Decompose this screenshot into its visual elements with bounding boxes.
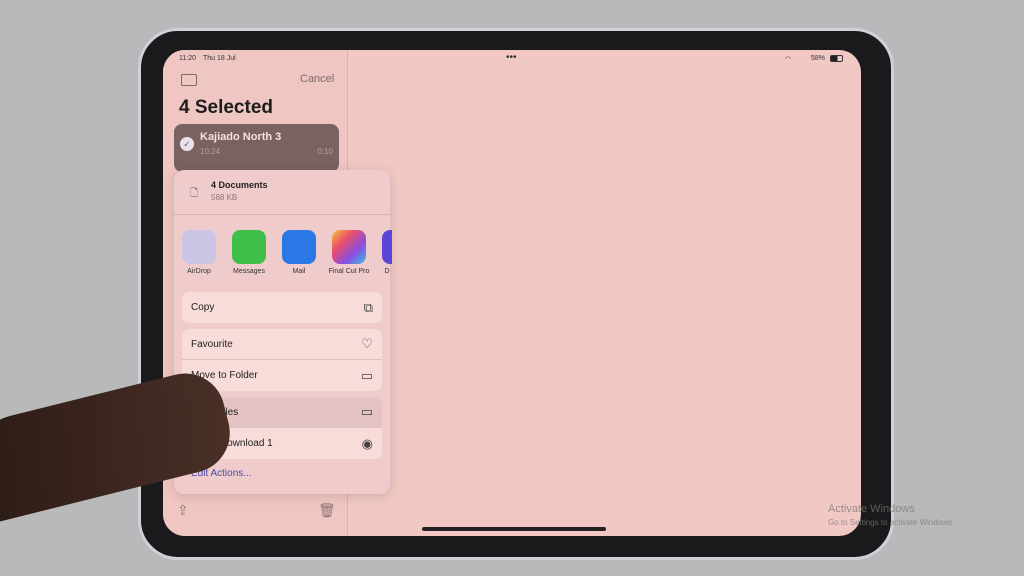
watermark-sub: Go to Settings to activate Windows (828, 518, 953, 527)
share-size: 568 KB (211, 193, 238, 202)
sidebar-toggle-icon[interactable] (181, 74, 197, 86)
folder-icon: ▭ (360, 367, 373, 383)
mail-icon (282, 230, 316, 264)
item-name: Kajiado North 3 (200, 131, 282, 143)
app-messages[interactable]: Messages (232, 230, 266, 275)
wifi-icon: ◠ (785, 56, 792, 63)
share-header: 🗋 4 Documents 568 KB (174, 170, 390, 215)
app-label: Mail (292, 268, 306, 275)
final-cut-pro-icon (332, 230, 366, 264)
app-icon (382, 230, 392, 264)
checkmark-icon: ✓ (180, 137, 194, 151)
action-group-1: Copy ⧉ (182, 292, 382, 323)
heart-icon: ♡ (361, 336, 373, 351)
battery-icon (830, 55, 843, 62)
app-row: AirDrop Messages Mail Final Cut Pro D (182, 230, 392, 275)
folder-icon: ▭ (360, 404, 373, 419)
app-label: D (384, 268, 390, 275)
cancel-button[interactable]: Cancel (300, 73, 334, 85)
app-airdrop[interactable]: AirDrop (182, 230, 216, 275)
app-final-cut-pro[interactable]: Final Cut Pro (329, 230, 369, 275)
share-icon[interactable]: ⇪ (177, 502, 189, 519)
item-duration: 0:10 (317, 147, 333, 156)
messages-icon (232, 230, 266, 264)
play-circle-icon: ◉ (361, 435, 373, 451)
airdrop-icon (182, 230, 216, 264)
favourite-button[interactable]: Favourite ♡ (182, 329, 382, 360)
copy-button[interactable]: Copy ⧉ (182, 292, 382, 323)
app-label: AirDrop (187, 268, 211, 275)
copy-icon: ⧉ (363, 299, 373, 315)
app-label: Messages (233, 268, 265, 275)
app-partial[interactable]: D (382, 230, 392, 275)
home-indicator[interactable] (422, 527, 606, 531)
list-item[interactable]: ✓ Kajiado North 3 10:24 0:10 (174, 124, 339, 172)
action-label: Copy (191, 302, 215, 313)
item-time: 10:24 (200, 147, 221, 156)
ipad-screen: 11:20 Thu 18 Jul Cancel 4 Selected ✓ Kaj… (163, 50, 861, 536)
status-time: 11:20 (179, 55, 196, 62)
document-icon: 🗋 (190, 188, 199, 199)
status-date: Thu 18 Jul (203, 55, 236, 62)
watermark: Activate Windows (828, 503, 915, 515)
page-title: 4 Selected (179, 97, 273, 118)
status-battery: 58% (811, 55, 826, 62)
app-label: Final Cut Pro (328, 268, 370, 275)
multitasking-dots[interactable]: ••• (506, 52, 517, 63)
app-mail[interactable]: Mail (282, 230, 316, 275)
action-label: Favourite (191, 338, 233, 350)
trash-icon[interactable]: 🗑 (318, 502, 336, 519)
share-title: 4 Documents (211, 180, 268, 190)
action-group-2: Favourite ♡ Move to Folder ▭ (182, 329, 382, 391)
